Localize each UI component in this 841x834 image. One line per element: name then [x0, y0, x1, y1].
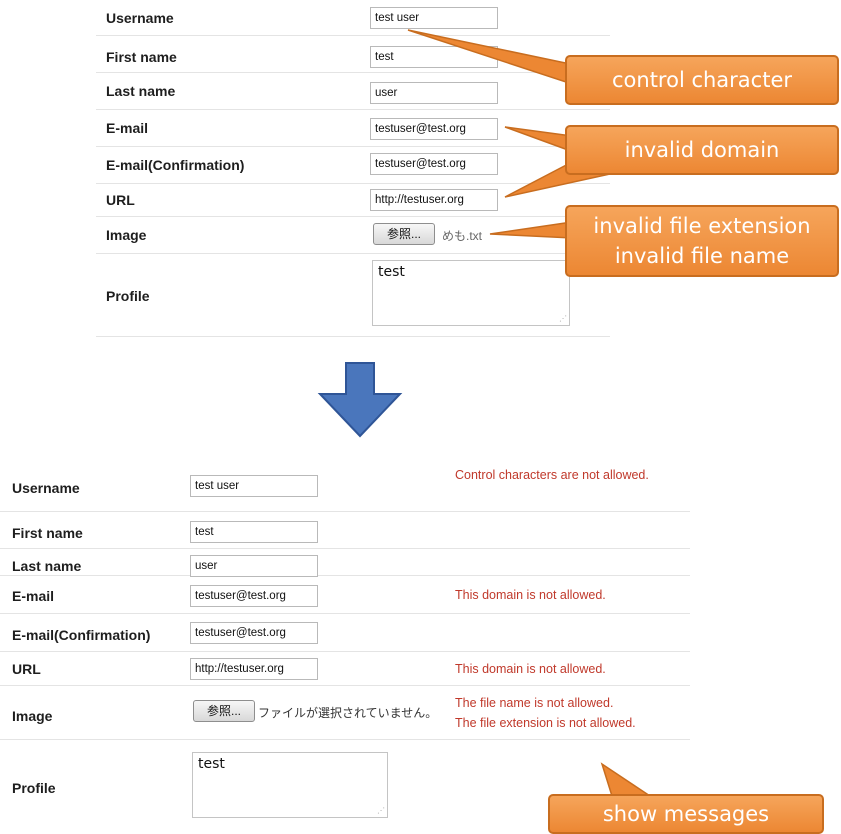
after-first-name-input[interactable]: test [190, 521, 318, 543]
after-browse-button[interactable]: 参照... [193, 700, 255, 722]
control-callout-pointer [407, 29, 582, 85]
after-label-profile: Profile [12, 780, 56, 796]
after-row-email: E-mail testuser@test.org This domain is … [0, 576, 690, 614]
after-label-url: URL [12, 661, 41, 677]
file-callout-pointer [489, 221, 573, 239]
after-row-first-name: First name test [0, 512, 690, 549]
after-row-profile: Profile test ⋰ [0, 740, 690, 828]
callout-control-text: control character [611, 68, 793, 92]
resize-grip-icon[interactable]: ⋰ [377, 807, 385, 815]
after-form: Username test user Control characters ar… [0, 458, 690, 828]
after-row-username: Username test user Control characters ar… [0, 458, 690, 512]
after-url-error: This domain is not allowed. [455, 662, 606, 676]
down-arrow-icon [317, 362, 403, 438]
after-username-error: Control characters are not allowed. [455, 468, 649, 482]
callout-domain-text: invalid domain [624, 138, 780, 162]
after-row-image: Image 参照... ファイルが選択されていません。 The file nam… [0, 686, 690, 740]
after-label-first-name: First name [12, 525, 83, 541]
after-label-last-name: Last name [12, 558, 82, 574]
callout-invalid-file: invalid file extension invalid file name [565, 205, 839, 277]
callout-control-character: control character [565, 55, 839, 105]
after-username-input[interactable]: test user [190, 475, 318, 497]
callout-file-name-text: invalid file name [614, 244, 790, 268]
after-image-error-extension: The file extension is not allowed. [455, 716, 636, 730]
after-label-username: Username [12, 480, 80, 496]
callout-invalid-domain: invalid domain [565, 125, 839, 175]
after-label-image: Image [12, 708, 53, 724]
email-callout-pointer [504, 126, 573, 151]
after-image-error-name: The file name is not allowed. [455, 696, 614, 710]
after-row-email-confirmation: E-mail(Confirmation) testuser@test.org [0, 614, 690, 652]
after-label-email-confirmation: E-mail(Confirmation) [12, 627, 151, 643]
after-row-url: URL http://testuser.org This domain is n… [0, 652, 690, 686]
after-row-last-name: Last name user [0, 549, 690, 577]
after-profile-text: test [198, 756, 225, 772]
after-url-input[interactable]: http://testuser.org [190, 658, 318, 680]
after-label-email: E-mail [12, 588, 55, 604]
callout-file-ext-text: invalid file extension [593, 214, 811, 238]
after-file-name: ファイルが選択されていません。 [258, 706, 438, 720]
after-profile-textarea[interactable]: test ⋰ [192, 752, 388, 818]
after-email-confirmation-input[interactable]: testuser@test.org [190, 622, 318, 644]
after-last-name-input[interactable]: user [190, 555, 318, 577]
after-email-input[interactable]: testuser@test.org [190, 585, 318, 607]
after-email-error: This domain is not allowed. [455, 588, 606, 602]
